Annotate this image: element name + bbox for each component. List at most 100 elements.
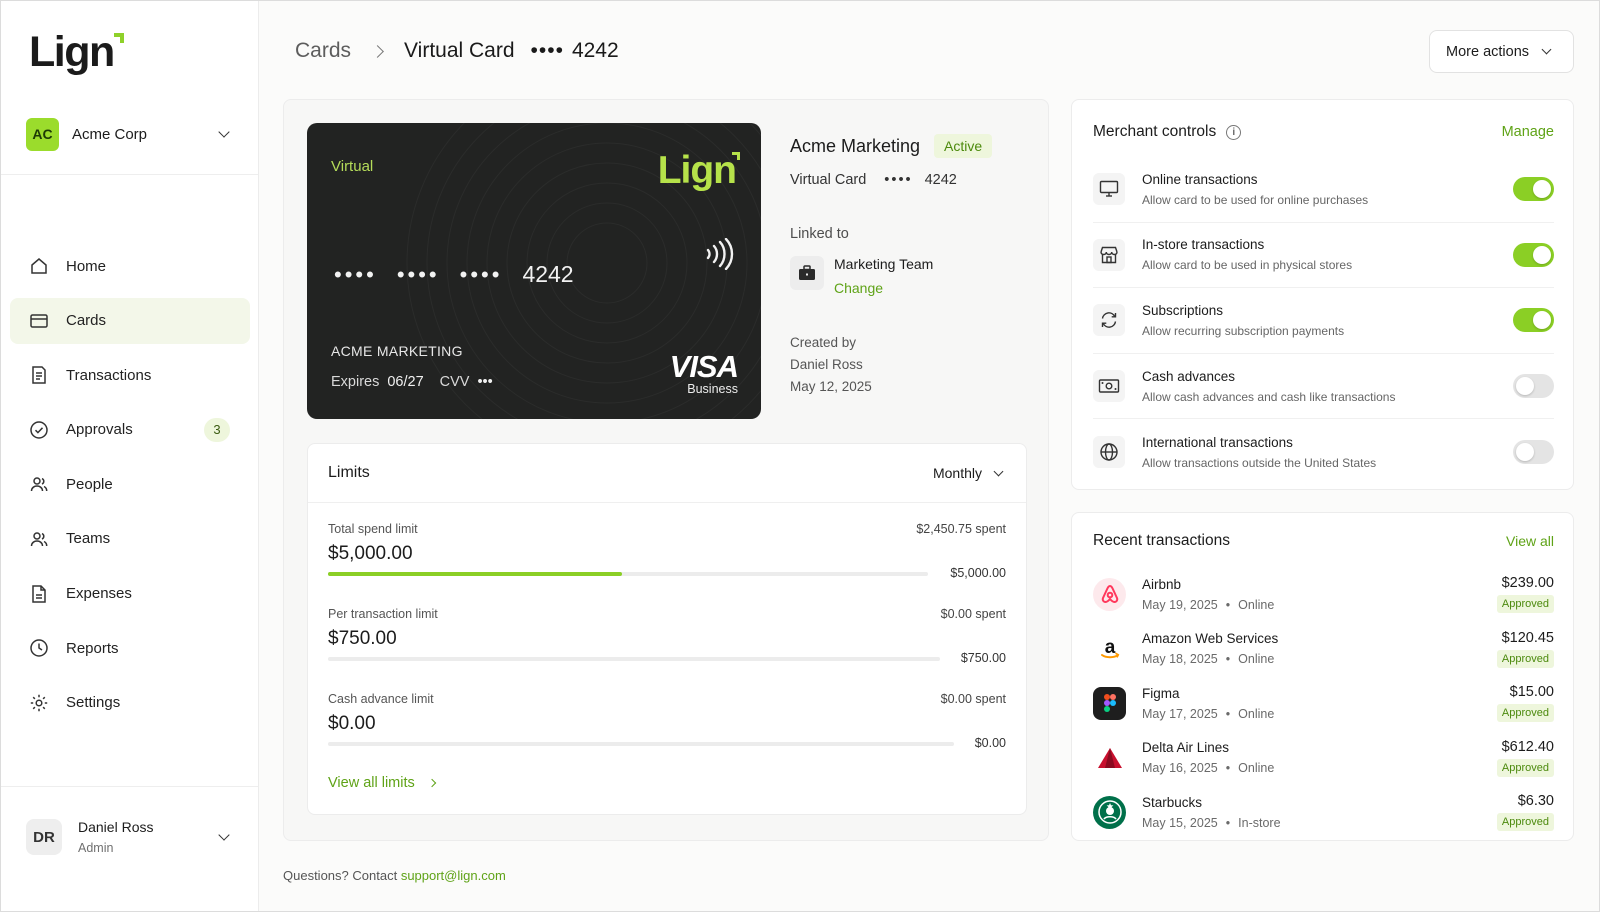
merchant-control-cash-advances: Cash advances Allow cash advances and ca… [1093, 354, 1554, 420]
brand-logo[interactable]: Lign [29, 29, 124, 75]
merchant-control-text: In-store transactions Allow card to be u… [1142, 237, 1513, 272]
transaction-merchant: Airbnb [1142, 576, 1182, 592]
starbucks-logo-icon [1093, 795, 1126, 829]
expires-label: Expires [331, 374, 380, 390]
app-window: Lign AC Acme Corp Home Cards Transaction… [0, 0, 1600, 912]
sidebar-item-home[interactable]: Home [10, 243, 250, 289]
online-transactions-toggle[interactable] [1513, 177, 1554, 202]
card-number-last4: 4242 [522, 261, 574, 287]
card-masked-digits: •••• [884, 172, 913, 188]
merchant-control-name: In-store transactions [1142, 237, 1265, 253]
support-email-link[interactable]: support@lign.com [401, 868, 506, 883]
sidebar-item-people[interactable]: People [10, 461, 250, 507]
limit-max: $0.00 [974, 736, 1006, 750]
transaction-amount: $239.00 [1501, 575, 1554, 592]
more-actions-label: More actions [1446, 43, 1530, 60]
page-title: Virtual Card [404, 39, 515, 62]
limit-value: $0.00 [328, 713, 376, 734]
cash-icon [1093, 370, 1125, 403]
transaction-meta: May 16, 2025 • Online [1142, 761, 1497, 775]
transaction-amount-block: $120.45 Approved [1496, 629, 1554, 668]
international-transactions-toggle[interactable] [1513, 440, 1554, 465]
limits-period-select[interactable]: Monthly [933, 465, 1006, 481]
transaction-channel: Online [1238, 597, 1275, 612]
user-menu[interactable]: DR Daniel Ross Admin [26, 817, 236, 857]
status-badge: Approved [1496, 595, 1554, 614]
recent-transactions-card: Recent transactions View all Airbnb May … [1071, 512, 1574, 841]
sidebar-item-expenses[interactable]: Expenses [10, 571, 250, 617]
limit-spent: $0.00 spent [940, 692, 1006, 706]
status-badge: Approved [1496, 758, 1554, 777]
toggle-knob [1533, 180, 1551, 199]
transaction-meta: May 15, 2025 • In-store [1142, 816, 1497, 830]
limits-card: Limits Monthly Total spend limit $2,450.… [307, 443, 1027, 815]
breadcrumb: Cards Virtual Card •••• 4242 [295, 37, 619, 65]
visa-logo-subtitle: Business [687, 382, 738, 396]
transaction-meta: May 19, 2025 • Online [1142, 598, 1497, 612]
sidebar-item-reports[interactable]: Reports [10, 625, 250, 671]
more-actions-button[interactable]: More actions [1429, 30, 1574, 73]
transaction-amount-block: $239.00 Approved [1496, 575, 1554, 614]
in-store-transactions-toggle[interactable] [1513, 242, 1554, 267]
chevron-right-icon [427, 778, 437, 788]
list-item[interactable]: a Amazon Web Services May 18, 2025 • Onlin… [1093, 622, 1554, 677]
cvv-value[interactable]: ••• [477, 374, 492, 390]
separator-dot: • [1225, 652, 1231, 667]
limit-label: Total spend limit [328, 522, 418, 536]
linked-team-text: Marketing Team Change [834, 256, 933, 296]
merchant-control-text: International transactions Allow transac… [1142, 435, 1513, 470]
figma-logo-icon [1093, 686, 1126, 720]
gear-icon [29, 693, 49, 713]
sidebar-item-label: Home [66, 257, 107, 275]
list-item[interactable]: Airbnb May 19, 2025 • Online $239.00 Appro… [1093, 567, 1554, 622]
refresh-icon [1093, 304, 1125, 337]
list-item[interactable]: Starbucks May 15, 2025 • In-store $6.30 Ap… [1093, 785, 1554, 840]
view-all-limits-link[interactable]: View all limits [328, 775, 437, 791]
merchant-control-name: International transactions [1142, 434, 1293, 450]
page-title-last4: 4242 [571, 39, 619, 62]
limits-period-value: Monthly [932, 465, 982, 481]
info-icon[interactable]: i [1226, 124, 1242, 140]
card-brand-logo-mark [732, 152, 740, 160]
limit-label: Per transaction limit [328, 607, 438, 621]
limit-value: $5,000.00 [328, 543, 413, 564]
transaction-date: May 16, 2025 [1142, 761, 1218, 776]
people-icon [29, 474, 49, 494]
list-item[interactable]: Delta Air Lines May 16, 2025 • Online $612… [1093, 731, 1554, 786]
org-avatar: AC [26, 117, 59, 151]
change-team-link[interactable]: Change [834, 280, 933, 296]
cash-advances-toggle[interactable] [1513, 374, 1554, 399]
virtual-card-visual: Virtual Lign •••• •••• •••• 4242 ACME MA… [307, 123, 761, 419]
transaction-text: Delta Air Lines May 16, 2025 • Online [1142, 740, 1497, 775]
manage-link[interactable]: Manage [1502, 124, 1554, 140]
sidebar-item-transactions[interactable]: Transactions [10, 352, 250, 398]
footer-text: Questions? Contact [283, 868, 398, 883]
sidebar-divider [1, 174, 258, 175]
card-detail-panel: Virtual Lign •••• •••• •••• 4242 ACME MA… [283, 99, 1049, 841]
transaction-amount: $120.45 [1501, 629, 1554, 646]
transaction-merchant: Amazon Web Services [1142, 631, 1279, 647]
sidebar-item-cards[interactable]: Cards [10, 297, 250, 344]
sidebar-item-teams[interactable]: Teams [10, 516, 250, 562]
avatar: DR [26, 819, 62, 855]
toggle-knob [1533, 245, 1551, 264]
card-type: Virtual Card [790, 172, 867, 188]
breadcrumb-cards-link[interactable]: Cards [295, 39, 351, 63]
merchant-control-in-store: In-store transactions Allow card to be u… [1093, 223, 1554, 289]
card-number-masked-group: •••• [334, 261, 377, 287]
list-item[interactable]: Figma May 17, 2025 • Online $15.00 Approve… [1093, 676, 1554, 731]
limit-spent: $2,450.75 spent [916, 522, 1006, 536]
clock-icon [29, 638, 49, 658]
view-all-transactions-link[interactable]: View all [1506, 533, 1554, 549]
subscriptions-toggle[interactable] [1513, 308, 1554, 333]
transaction-text: Figma May 17, 2025 • Online [1142, 686, 1497, 721]
recent-transactions-header: Recent transactions View all [1093, 532, 1554, 550]
sidebar-item-settings[interactable]: Settings [10, 680, 250, 726]
org-switcher[interactable]: AC Acme Corp [26, 117, 236, 151]
org-name: Acme Corp [72, 125, 148, 143]
sidebar-nav: Home Cards Transactions Approvals 3 Peop… [10, 243, 250, 734]
limit-progress-track [328, 657, 940, 661]
sidebar-item-approvals[interactable]: Approvals 3 [10, 407, 250, 453]
recent-transactions-title: Recent transactions [1093, 532, 1230, 549]
limit-label: Cash advance limit [328, 692, 434, 706]
